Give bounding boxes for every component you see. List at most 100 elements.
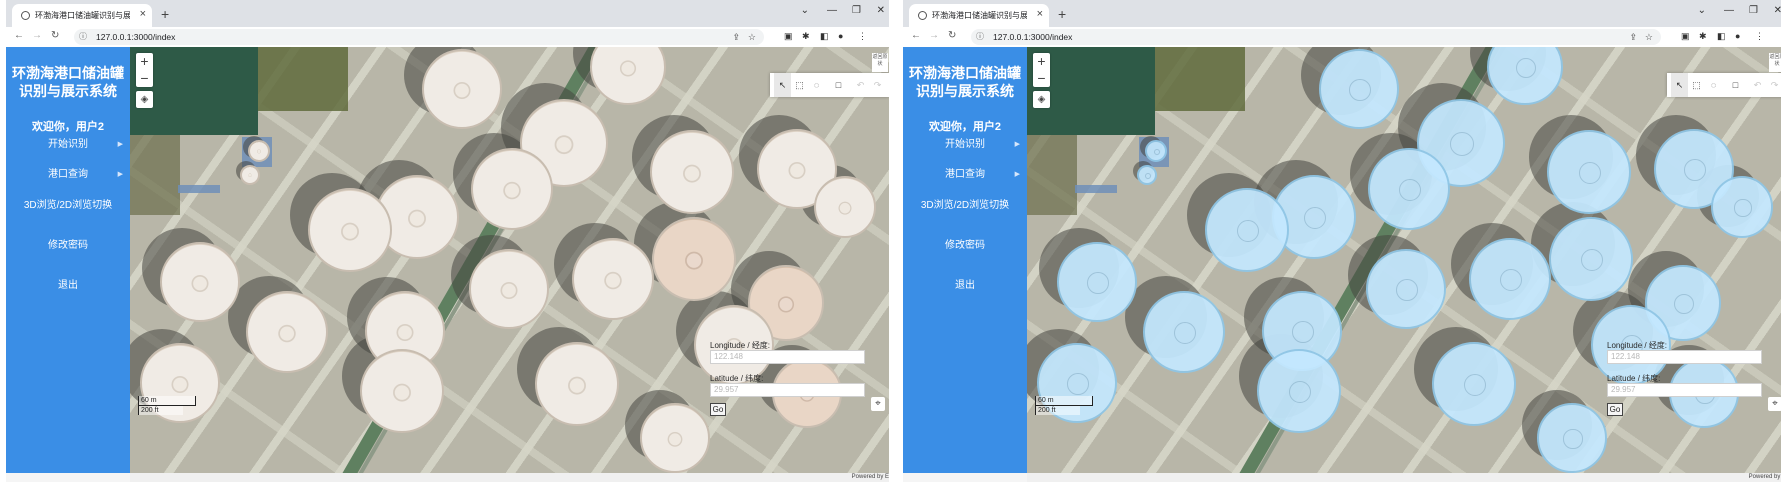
menu-item-port-query[interactable]: 港口查询 ▶	[6, 162, 130, 188]
puzzle-icon[interactable]: ✱	[802, 31, 810, 42]
reload-icon[interactable]: ↻	[51, 30, 59, 41]
menu-item-change-password[interactable]: 修改密码	[6, 233, 130, 259]
go-button[interactable]: Go	[1607, 403, 1623, 416]
profile-icon[interactable]: ●	[838, 31, 843, 41]
reset-view-button[interactable]: 返回原状	[872, 53, 888, 72]
menu-item-view-toggle[interactable]: 3D浏览/2D浏览切换	[903, 193, 1027, 219]
detected-oil-tank[interactable]	[1368, 148, 1450, 230]
detected-oil-tank[interactable]	[1711, 176, 1773, 238]
browser-tab[interactable]: 环渤海港口储油罐识别与展示系统 ×	[909, 4, 1049, 27]
scale-bar: 60 m 200 ft	[1035, 396, 1093, 415]
zoom-out-button[interactable]: −	[1033, 70, 1050, 87]
longitude-input[interactable]: 122.148	[1607, 350, 1762, 364]
box-select-icon[interactable]: ⬚	[791, 73, 808, 97]
close-window-button[interactable]: ✕	[1774, 5, 1781, 16]
site-info-icon[interactable]: ⓘ	[976, 31, 984, 42]
longitude-input[interactable]: 122.148	[710, 350, 865, 364]
menu-item-change-password[interactable]: 修改密码	[903, 233, 1027, 259]
forward-icon[interactable]: →	[32, 30, 42, 41]
share-icon[interactable]: ⇪	[732, 32, 740, 43]
side-panel-icon[interactable]: ◧	[820, 31, 829, 42]
share-icon[interactable]: ⇪	[1629, 32, 1637, 43]
select-pointer-icon[interactable]: ↖	[1671, 73, 1688, 97]
minimize-button[interactable]: —	[827, 5, 837, 16]
undo-icon[interactable]: ↶	[1749, 73, 1766, 97]
detected-oil-tank[interactable]	[1319, 49, 1399, 129]
menu-icon[interactable]: ⋮	[1755, 31, 1764, 42]
menu-item-label: 修改密码	[48, 240, 88, 251]
detected-oil-tank[interactable]	[1366, 249, 1446, 329]
detected-oil-tank[interactable]	[1487, 47, 1563, 105]
oil-tank	[246, 291, 328, 373]
go-button[interactable]: Go	[710, 403, 726, 416]
menu-item-logout[interactable]: 退出	[903, 273, 1027, 299]
locate-icon[interactable]: ⌖	[1768, 397, 1781, 411]
latitude-input[interactable]: 29.957	[1607, 383, 1762, 397]
extension-icon[interactable]: ▣	[784, 31, 793, 42]
profile-icon[interactable]: ●	[1735, 31, 1740, 41]
layers-icon[interactable]: ◈	[136, 91, 153, 108]
close-tab-icon[interactable]: ×	[1037, 8, 1043, 20]
menu-item-logout[interactable]: 退出	[6, 273, 130, 299]
extension-icon[interactable]: ▣	[1681, 31, 1690, 42]
reload-icon[interactable]: ↻	[948, 30, 956, 41]
minimize-button[interactable]: —	[1724, 5, 1734, 16]
menu-item-label: 退出	[955, 280, 975, 291]
browser-tab[interactable]: 环渤海港口储油罐识别与展示系统 ×	[12, 4, 152, 27]
rectangle-draw-icon[interactable]: □	[1727, 73, 1744, 97]
close-window-button[interactable]: ✕	[877, 5, 885, 16]
zoom-in-button[interactable]: +	[136, 53, 153, 70]
back-icon[interactable]: ←	[911, 30, 921, 41]
latitude-input[interactable]: 29.957	[710, 383, 865, 397]
site-info-icon[interactable]: ⓘ	[79, 31, 87, 42]
detected-oil-tank[interactable]	[1432, 342, 1516, 426]
back-icon[interactable]: ←	[14, 30, 24, 41]
undo-icon[interactable]: ↶	[852, 73, 869, 97]
redo-icon[interactable]: ↷	[1766, 73, 1781, 97]
menu-icon[interactable]: ⋮	[858, 31, 867, 42]
puzzle-icon[interactable]: ✱	[1699, 31, 1707, 42]
satellite-map[interactable]: + − ◈ ↖ ⬚ ◌ □ ↶ ↷ 返回原状 Longitude / 经度: 1…	[1027, 47, 1781, 473]
new-tab-button[interactable]: +	[1058, 6, 1066, 22]
reset-view-button[interactable]: 返回原状	[1769, 53, 1781, 72]
lasso-select-icon[interactable]: ◌	[808, 73, 825, 97]
new-tab-button[interactable]: +	[161, 6, 169, 22]
lasso-select-icon[interactable]: ◌	[1705, 73, 1722, 97]
browser-window-recognized: 环渤海港口储油罐识别与展示系统 × + ⌄ — ❐ ✕ ← → ↻ ⓘ 127.…	[903, 0, 1781, 482]
menu-item-start-recognition[interactable]: 开始识别 ▶	[6, 132, 130, 158]
menu-item-label: 3D浏览/2D浏览切换	[920, 200, 1010, 211]
menu-item-port-query[interactable]: 港口查询 ▶	[903, 162, 1027, 188]
tab-search-icon[interactable]: ⌄	[801, 5, 809, 16]
layers-icon[interactable]: ◈	[1033, 91, 1050, 108]
bookmark-star-icon[interactable]: ☆	[748, 32, 756, 43]
tab-search-icon[interactable]: ⌄	[1698, 5, 1706, 16]
detected-oil-tank[interactable]	[1537, 403, 1607, 473]
box-select-icon[interactable]: ⬚	[1688, 73, 1705, 97]
satellite-map[interactable]: + − ◈ ↖ ⬚ ◌ □ ↶ ↷ 返回原状 Longitude / 经度: 1…	[130, 47, 889, 473]
detected-oil-tank[interactable]	[1205, 188, 1289, 272]
detected-oil-tank[interactable]	[1549, 217, 1633, 301]
close-tab-icon[interactable]: ×	[140, 8, 146, 20]
url-field[interactable]: ⓘ 127.0.0.1:3000/index ⇪ ☆	[971, 29, 1661, 45]
select-pointer-icon[interactable]: ↖	[774, 73, 791, 97]
redo-icon[interactable]: ↷	[869, 73, 886, 97]
menu-item-view-toggle[interactable]: 3D浏览/2D浏览切换	[6, 193, 130, 219]
detected-oil-tank[interactable]	[1257, 349, 1341, 433]
detected-oil-tank[interactable]	[1469, 238, 1551, 320]
bookmark-star-icon[interactable]: ☆	[1645, 32, 1653, 43]
detected-oil-tank[interactable]	[1057, 242, 1137, 322]
restore-button[interactable]: ❐	[852, 5, 861, 16]
zoom-out-button[interactable]: −	[136, 70, 153, 87]
menu-item-start-recognition[interactable]: 开始识别 ▶	[903, 132, 1027, 158]
url-field[interactable]: ⓘ 127.0.0.1:3000/index ⇪ ☆	[74, 29, 764, 45]
detected-oil-tank[interactable]	[1547, 130, 1631, 214]
forward-icon[interactable]: →	[929, 30, 939, 41]
locate-icon[interactable]: ⌖	[871, 397, 885, 411]
detected-oil-tank[interactable]	[1143, 291, 1225, 373]
side-panel-icon[interactable]: ◧	[1717, 31, 1726, 42]
rectangle-draw-icon[interactable]: □	[830, 73, 847, 97]
zoom-in-button[interactable]: +	[1033, 53, 1050, 70]
detected-oil-tank[interactable]	[1145, 140, 1167, 162]
detected-oil-tank[interactable]	[1137, 165, 1157, 185]
restore-button[interactable]: ❐	[1749, 5, 1758, 16]
